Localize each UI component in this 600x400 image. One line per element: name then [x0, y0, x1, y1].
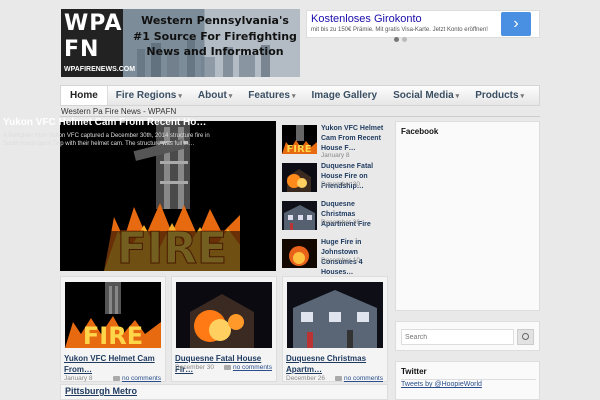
page: WPA FN WPAFIRENEWS.COM Western Pennsylva… [0, 0, 600, 400]
chevron-down-icon: ▾ [291, 93, 296, 100]
nav-label: Image Gallery [311, 90, 378, 101]
section-title-link[interactable]: Pittsburgh Metro [65, 386, 137, 396]
chevron-down-icon: ▾ [178, 93, 182, 100]
post-card[interactable]: FIRE Yukon VFC Helmet Cam From… January … [60, 276, 166, 382]
ad-title[interactable]: Kostenloses Girokonto [311, 13, 422, 25]
search-input[interactable] [401, 329, 514, 345]
post-thumbnail[interactable] [282, 163, 317, 192]
list-item-date: December 26 [321, 219, 361, 226]
comment-icon [334, 375, 342, 381]
pittsburgh-metro-section: Pittsburgh Metro [60, 384, 388, 400]
ad-dot-icon[interactable] [402, 37, 407, 42]
list-item-date: December 30 [321, 181, 361, 188]
featured-caption-overlay [60, 231, 276, 271]
advertisement[interactable]: Kostenloses Girokonto mit bis zu 150€ Pr… [306, 10, 540, 38]
nav-item-home[interactable]: Home [61, 86, 108, 105]
nav-item-image-gallery[interactable]: Image Gallery [304, 86, 386, 105]
divider [401, 379, 536, 380]
nav-label: Home [70, 90, 98, 101]
nav-label: Features [248, 90, 290, 101]
widget-title: Facebook [401, 127, 439, 136]
post-card-image[interactable]: FIRE [65, 282, 161, 348]
recent-posts-list: FIRE Yukon VFC Helmet Cam From Recent Ho… [280, 123, 390, 276]
main-navigation: Home Fire Regions ▾ About ▾ Features ▾ Imag… [60, 85, 540, 106]
nav-label: Products [475, 90, 519, 101]
logo-letters: WPA FN [64, 11, 123, 62]
nav-item-about[interactable]: About ▾ [190, 86, 240, 105]
nav-label: Social Media [393, 90, 454, 101]
comments-label: no comments [121, 375, 161, 382]
post-card-comments[interactable]: no comments [112, 375, 161, 382]
post-card-title[interactable]: Yukon VFC Helmet Cam From… [64, 353, 168, 375]
chevron-down-icon: ▾ [520, 93, 525, 100]
nav-label: Fire Regions [115, 90, 177, 101]
post-card-title[interactable]: Duquesne Christmas Apartm… [286, 353, 390, 375]
site-logo[interactable]: WPA FN WPAFIRENEWS.COM Western Pennsylva… [61, 9, 300, 77]
chevron-down-icon: ▾ [228, 93, 233, 100]
ad-arrow-icon[interactable]: › [501, 12, 531, 36]
twitter-link[interactable]: Tweets by @HoopieWorld [401, 381, 482, 388]
nav-item-fire-regions[interactable]: Fire Regions ▾ [108, 86, 190, 105]
twitter-widget: Twitter Tweets by @HoopieWorld [395, 361, 540, 400]
chevron-down-icon: ▾ [455, 93, 460, 100]
search-widget [395, 321, 540, 351]
post-card[interactable]: Duquesne Fatal House Fir… December 30 no… [171, 276, 277, 382]
comment-icon [223, 364, 231, 370]
nav-item-products[interactable]: Products ▾ [467, 86, 532, 105]
comments-label: no comments [232, 364, 272, 371]
widget-title: Twitter [401, 367, 427, 376]
comment-icon [112, 375, 120, 381]
logo-url-text: WPAFIRENEWS.COM [64, 66, 136, 73]
svg-text:FIRE: FIRE [83, 322, 143, 348]
search-icon[interactable] [517, 329, 534, 345]
logo-tagline: Western Pennsylvania's #1 Source For Fir… [133, 14, 297, 58]
post-thumbnail[interactable] [282, 239, 317, 268]
list-item-date: January 8 [321, 152, 350, 159]
post-cards: FIRE Yukon VFC Helmet Cam From… January … [60, 276, 390, 382]
post-card-comments[interactable]: no comments [334, 375, 383, 382]
post-thumbnail[interactable] [282, 201, 317, 230]
comments-label: no comments [343, 375, 383, 382]
list-item[interactable]: FIRE Yukon VFC Helmet Cam From Recent Ho… [280, 123, 390, 160]
list-item[interactable]: Huge Fire in Johnstown Consumes 4 Houses… [280, 237, 390, 276]
post-card[interactable]: Duquesne Christmas Apartm… December 26 n… [282, 276, 388, 382]
post-thumbnail[interactable]: FIRE [282, 125, 317, 154]
nav-item-social-media[interactable]: Social Media ▾ [385, 86, 467, 105]
ad-pagination [394, 29, 410, 47]
breadcrumb: Western Pa Fire News - WPAFN [61, 107, 177, 116]
svg-text:FIRE: FIRE [286, 144, 311, 154]
nav-item-features[interactable]: Features ▾ [240, 86, 303, 105]
list-item-date: December 10 [321, 257, 361, 264]
post-card-comments[interactable]: no comments [223, 364, 272, 371]
nav-label: About [197, 90, 227, 101]
facebook-widget: Facebook [395, 121, 540, 311]
post-card-image[interactable] [287, 282, 383, 348]
ad-dot-icon[interactable] [394, 37, 399, 42]
post-card-image[interactable] [176, 282, 272, 348]
list-item[interactable]: Duquesne Christmas Apartment Fire Decemb… [280, 199, 390, 236]
featured-title[interactable]: Yukon VFC Helmet Cam From Recent Ho… [3, 117, 213, 128]
featured-excerpt: A firefighter from Yukon VFC captured a … [3, 133, 210, 147]
list-item[interactable]: Duquesne Fatal House Fire on Friendship…… [280, 161, 390, 198]
list-item-title[interactable]: Yukon VFC Helmet Cam From Recent House F… [321, 124, 391, 154]
